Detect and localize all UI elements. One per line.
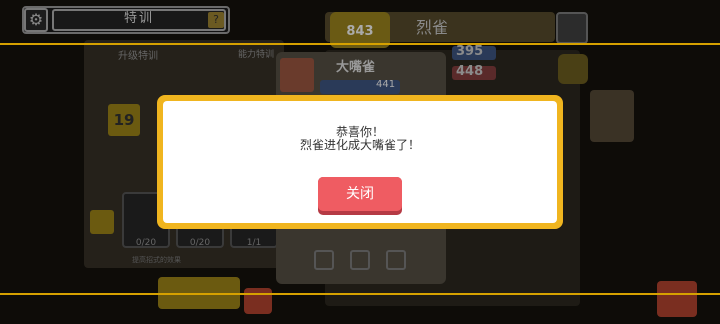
slot-icon	[350, 250, 370, 270]
training-hint: 提高招式的效果	[132, 256, 181, 264]
search-icon[interactable]	[558, 54, 588, 84]
tab-upgrade-training[interactable]: 升级特训	[118, 47, 158, 62]
bookmark-icon[interactable]	[556, 12, 588, 44]
refresh-button[interactable]	[244, 288, 272, 314]
screen-title: 特训	[123, 11, 154, 26]
currency-value: 843	[346, 24, 374, 39]
hp-stat-value: 448	[456, 64, 484, 79]
dialog-message-line2: 烈雀进化成大嘴雀了！	[299, 138, 420, 152]
slot-count: 0/20	[135, 238, 157, 248]
tab-ability-training[interactable]: 能力特训	[238, 47, 274, 60]
pokemon-name: 烈雀	[416, 18, 449, 37]
slot-icon	[314, 250, 334, 270]
slot-icon	[386, 250, 406, 270]
level-badge: 19	[108, 104, 140, 136]
game-scene: ⚙ 特训 ? 843 烈雀 395 448 升级特训 能力特训 19 0/20 …	[0, 0, 720, 324]
slot-count: 1/1	[246, 238, 262, 248]
gear-icon[interactable]: ⚙	[24, 8, 48, 32]
side-counter	[590, 90, 634, 142]
attack-stat-value: 395	[456, 44, 484, 59]
divider-line	[0, 43, 720, 45]
slot-count: 0/20	[189, 238, 211, 248]
evolved-stat-value: 441	[376, 79, 396, 90]
back-button[interactable]	[657, 281, 697, 317]
close-button-label: 关闭	[346, 186, 374, 202]
minus-button[interactable]	[90, 210, 114, 234]
dialog-message-line1: 恭喜你！	[335, 125, 384, 139]
question-icon[interactable]: ?	[208, 12, 224, 28]
pokemon-portrait	[280, 58, 314, 92]
close-button[interactable]: 关闭	[318, 177, 402, 215]
evolved-pokemon-name: 大嘴雀	[336, 60, 376, 75]
divider-line	[0, 293, 720, 295]
